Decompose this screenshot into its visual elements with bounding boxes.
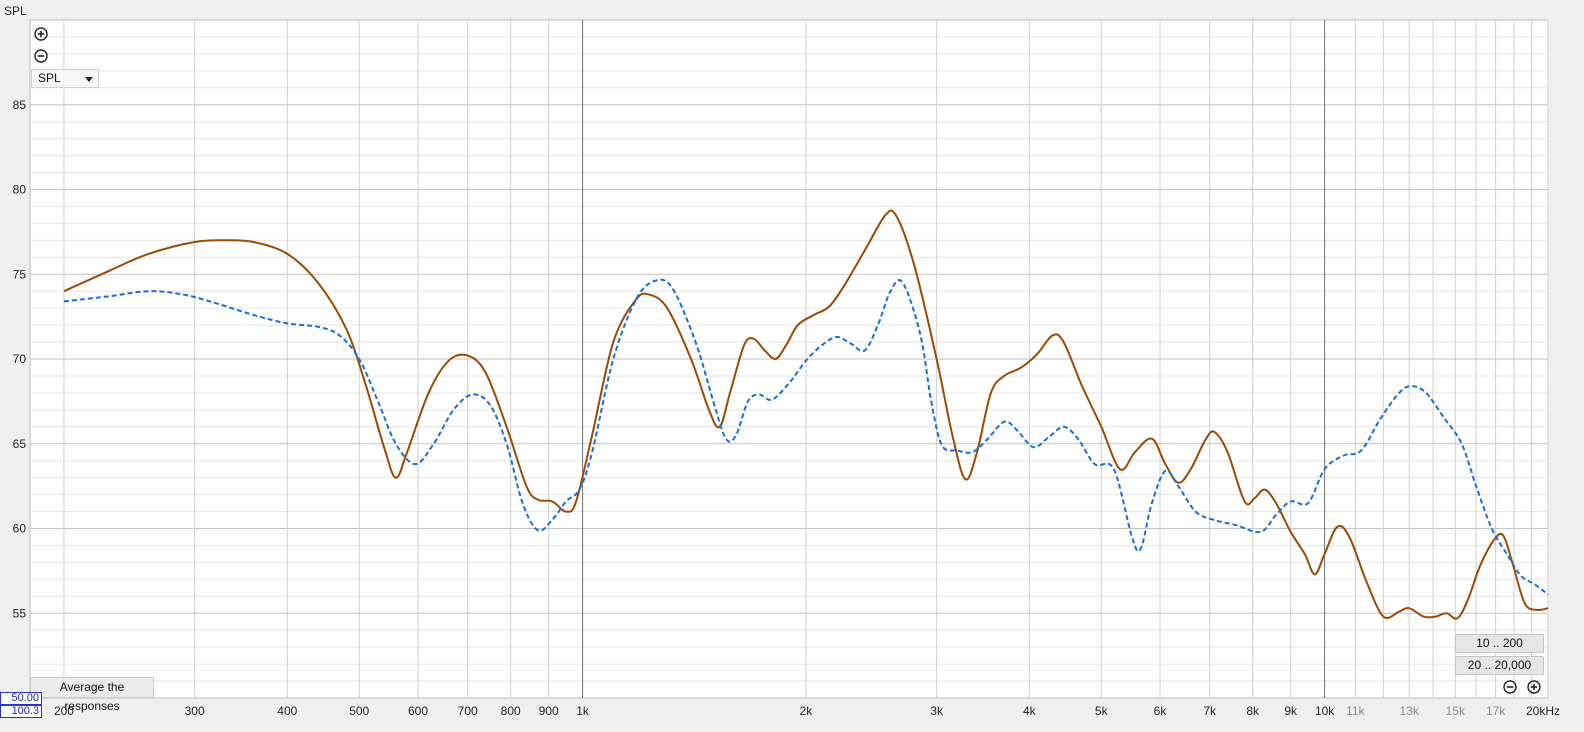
x-tick-label: 700	[458, 704, 478, 718]
x-tick-label: 3k	[930, 704, 944, 718]
x-tick-label: 15k	[1446, 704, 1466, 718]
y-tick-label: 70	[13, 352, 27, 366]
x-tick-label: 9k	[1284, 704, 1298, 718]
y-tick-label: 85	[13, 98, 27, 112]
x-tick-label: 800	[501, 704, 521, 718]
measurement-type-value: SPL	[38, 71, 61, 85]
x-tick-label: 8k	[1246, 704, 1260, 718]
x-tick-label: 6k	[1154, 704, 1168, 718]
x-tick-label: 400	[277, 704, 297, 718]
x-tick-label: 7k	[1203, 704, 1217, 718]
x-tick-label: 11k	[1346, 704, 1365, 718]
x-tick-label: 600	[408, 704, 428, 718]
x-tick-labels: 2003004005006007008009001k2k3k4k5k6k7k8k…	[54, 704, 1560, 718]
plus-circle-icon[interactable]	[34, 27, 48, 41]
x-tick-label: 17k	[1486, 704, 1506, 718]
y-tick-label: 55	[13, 606, 27, 620]
y-tick-label: 65	[13, 437, 27, 451]
y-tick-labels: 55 60 65 70 75 80 85	[13, 98, 27, 621]
range-20-20000-button[interactable]: 20 .. 20,000	[1455, 656, 1544, 675]
x-tick-label: 10k	[1315, 704, 1335, 718]
average-responses-button[interactable]: Average the responses	[30, 677, 154, 713]
measurement-type-select[interactable]: SPL	[31, 69, 99, 88]
x-tick-label: 300	[185, 704, 205, 718]
y-tick-label: 75	[13, 267, 27, 281]
y-tick-label: 80	[13, 183, 27, 197]
minus-circle-icon[interactable]	[1503, 680, 1517, 694]
y-min-readout[interactable]: 50.00	[0, 692, 42, 705]
x-tick-label: 1k	[576, 704, 590, 718]
y-axis-title: SPL	[4, 4, 27, 18]
plus-circle-icon[interactable]	[1527, 680, 1541, 694]
x-tick-label: 900	[539, 704, 559, 718]
y-tick-label: 60	[13, 522, 27, 536]
x-min-readout[interactable]: 100.3	[0, 705, 42, 718]
minus-circle-icon[interactable]	[34, 49, 48, 63]
chevron-down-icon	[85, 77, 93, 82]
x-tick-label: 500	[349, 704, 369, 718]
grid-lines	[30, 20, 1549, 698]
x-tick-label: 20kHz	[1526, 704, 1560, 718]
x-tick-label: 2k	[800, 704, 814, 718]
frequency-response-plot[interactable]: 2003004005006007008009001k2k3k4k5k6k7k8k…	[0, 0, 1584, 732]
x-tick-label: 13k	[1399, 704, 1419, 718]
x-tick-label: 5k	[1095, 704, 1109, 718]
x-tick-label: 4k	[1023, 704, 1037, 718]
range-10-200-button[interactable]: 10 .. 200	[1455, 634, 1544, 653]
